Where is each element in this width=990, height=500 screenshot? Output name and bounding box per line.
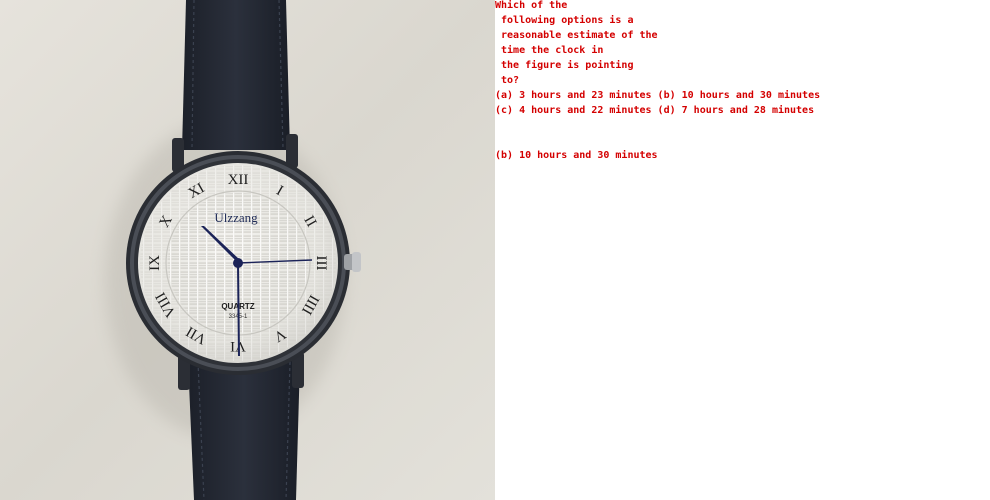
question-line-2: following options is a [495,15,634,26]
option-line-1: (a) 3 hours and 23 minutes (b) 10 hours … [495,90,821,101]
question-panel: Which of the following options is a reas… [495,0,990,500]
option-line-2: (c) 4 hours and 22 minutes (d) 7 hours a… [495,105,815,116]
hour-numeral: XII [228,172,249,188]
question-line-5: the figure is pointing [495,60,634,71]
watch-photo: XIIIIIIIIIIIIVVIVIIVIIIIXXXI Ulzzang QUA… [0,0,495,500]
hour-numeral: III [313,256,329,271]
answer-line: (b) 10 hours and 30 minutes [495,150,658,161]
question-line-4: time the clock in [495,45,604,56]
center-pin [233,258,243,268]
minute-hand [237,262,240,357]
question-line-1: Which of the [495,0,568,11]
question-line-3: reasonable estimate of the [495,30,658,41]
question-line-6: to? [495,75,520,86]
hour-numeral: IX [147,255,163,271]
brand-label: Ulzzang [214,210,258,225]
